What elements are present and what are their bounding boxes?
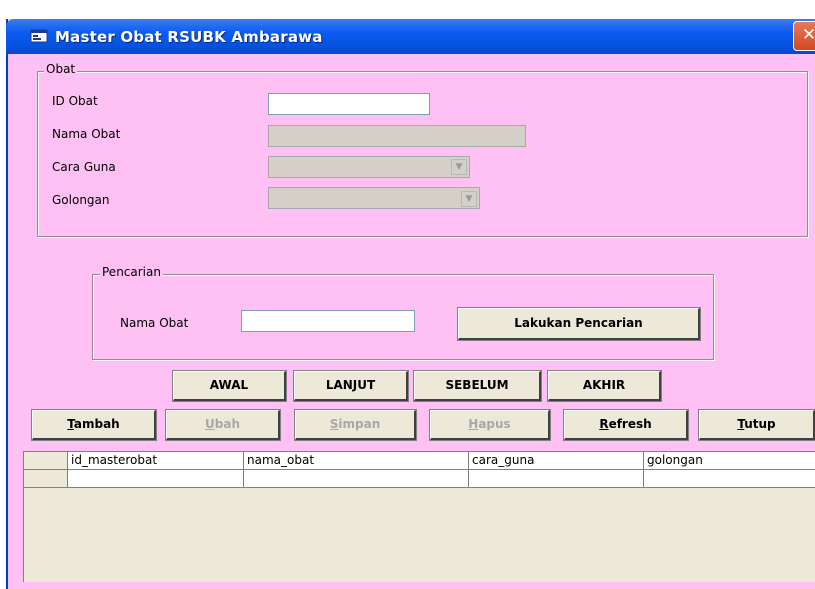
table-cell[interactable] <box>68 470 244 488</box>
data-grid[interactable]: id_masterobat nama_obat cara_guna golong… <box>23 451 815 582</box>
grid-header: id_masterobat nama_obat cara_guna golong… <box>24 452 815 470</box>
grid-corner[interactable] <box>24 452 68 470</box>
nama-obat-label: Nama Obat <box>52 127 121 141</box>
pencarian-group-legend: Pencarian <box>100 265 163 279</box>
window-title: Master Obat RSUBK Ambarawa <box>55 28 323 46</box>
table-cell[interactable] <box>644 470 815 488</box>
cara-guna-label: Cara Guna <box>52 160 116 174</box>
column-header[interactable]: cara_guna <box>469 452 644 470</box>
save-button[interactable]: Simpan <box>294 409 417 441</box>
table-cell[interactable] <box>469 470 644 488</box>
column-header[interactable]: nama_obat <box>244 452 469 470</box>
chevron-down-icon[interactable]: ▼ <box>461 191 477 207</box>
id-obat-label: ID Obat <box>52 94 98 108</box>
search-input[interactable] <box>241 310 415 332</box>
close-button[interactable]: Tutup <box>698 409 815 441</box>
cara-guna-select[interactable] <box>268 156 470 178</box>
chevron-down-icon[interactable]: ▼ <box>451 159 467 175</box>
close-icon[interactable]: ✕ <box>793 21 815 51</box>
nav-last-button[interactable]: AKHIR <box>547 370 662 402</box>
nav-first-button[interactable]: AWAL <box>172 370 287 402</box>
app-icon <box>30 29 48 43</box>
row-selector[interactable] <box>24 470 68 488</box>
table-cell[interactable] <box>244 470 469 488</box>
edit-button[interactable]: Ubah <box>165 409 281 441</box>
golongan-select[interactable] <box>268 187 480 209</box>
column-header[interactable]: golongan <box>644 452 815 470</box>
golongan-label: Golongan <box>52 193 110 207</box>
table-row[interactable] <box>24 470 815 488</box>
refresh-button[interactable]: Refresh <box>563 409 689 441</box>
search-button[interactable]: Lakukan Pencarian <box>457 307 701 341</box>
obat-group-legend: Obat <box>44 62 78 76</box>
add-button[interactable]: Tambah <box>31 409 157 441</box>
delete-button[interactable]: Hapus <box>429 409 551 441</box>
column-header[interactable]: id_masterobat <box>68 452 244 470</box>
nav-next-button[interactable]: LANJUT <box>293 370 409 402</box>
id-obat-input[interactable] <box>268 93 430 115</box>
nav-prev-button[interactable]: SEBELUM <box>413 370 542 402</box>
nama-obat-field[interactable] <box>268 125 526 147</box>
search-nama-label: Nama Obat <box>120 316 189 330</box>
